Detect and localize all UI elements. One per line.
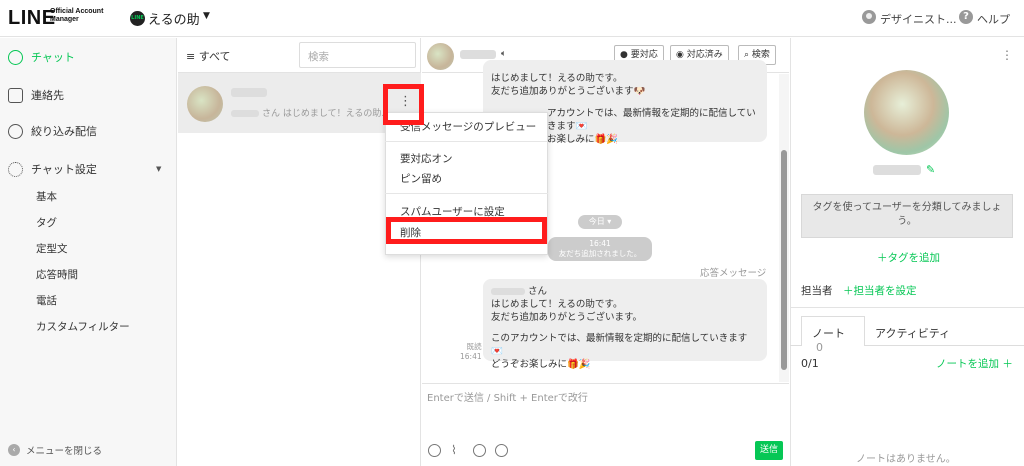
message-input[interactable]: Enterで送信 / Shift + Enterで改行 (427, 389, 588, 404)
empty-notes-text: ノートはありません。 (856, 454, 956, 465)
user-icon[interactable] (862, 10, 876, 24)
chat-user-name[interactable] (460, 50, 496, 59)
sidebar-subitem-phone[interactable]: 電話 (36, 293, 57, 308)
line-logo[interactable]: LINE (8, 7, 56, 30)
chevron-left-icon: ‹ (8, 444, 20, 456)
sidebar-subitem-basic[interactable]: 基本 (36, 189, 57, 204)
close-menu-button[interactable]: ‹ メニューを閉じる (8, 443, 102, 457)
sidebar-item-filtered-broadcast[interactable]: 絞り込み配信 (8, 121, 97, 141)
account-name[interactable]: えるの助 (148, 9, 200, 28)
tab-activity[interactable]: アクティビティ (875, 325, 950, 341)
search-input[interactable]: 検索 (299, 42, 416, 68)
sidebar-subitem-templates[interactable]: 定型文 (36, 241, 68, 256)
sidebar-item-contacts[interactable]: 連絡先 (8, 85, 64, 105)
add-tag-button[interactable]: ＋タグを追加 (877, 250, 940, 265)
tag-hint-box: タグを使ってユーザーを分類してみましょう。 (801, 194, 1013, 238)
note-count: 0/1 (801, 357, 819, 370)
chat-item-name (231, 88, 267, 97)
read-receipt: 既読 16:41 (460, 342, 482, 361)
chevron-down-icon[interactable]: ▼ (156, 165, 161, 173)
profile-name (873, 165, 921, 175)
chat-icon (8, 49, 23, 65)
add-note-button[interactable]: ノートを追加 ＋ (936, 356, 1013, 371)
chat-item-preview: さん はじめまして！えるの助... (231, 106, 390, 119)
scrollbar-thumb[interactable] (781, 150, 787, 370)
divider (790, 307, 1024, 308)
account-badge-icon[interactable]: LINE (130, 11, 145, 26)
set-assignee-button[interactable]: ＋担当者を設定 (843, 283, 917, 298)
broadcast-icon (8, 123, 23, 139)
edit-icon[interactable]: ✎ (926, 163, 935, 176)
attachment-icon[interactable]: ⌇ (451, 443, 457, 457)
more-options-icon[interactable]: ⋮ (399, 95, 412, 108)
filter-all-dropdown[interactable]: ≡ すべて (186, 48, 231, 64)
send-button[interactable]: 送信 (755, 441, 783, 460)
menu-item-needs-action-on[interactable]: 要対応オン (400, 151, 453, 166)
tab-note[interactable]: ノート0 (801, 316, 865, 354)
add-icon[interactable] (473, 444, 486, 457)
assignee-label: 担当者 (801, 285, 833, 297)
auto-response-label: 応答メッセージ (700, 268, 767, 279)
tab-underline (790, 345, 801, 346)
avatar (187, 86, 223, 122)
sidebar-item-chat-settings[interactable]: チャット設定 (8, 159, 97, 179)
message-bubble: さん はじめまして！えるの助です。 友だち追加ありがとうございます。 このアカウ… (483, 279, 767, 370)
account-dropdown-icon[interactable]: ▼ (203, 11, 210, 21)
logo-subtitle: Official Account Manager (50, 8, 104, 23)
sidebar-item-chat[interactable]: チャット (8, 47, 75, 67)
speaker-icon[interactable]: 🔈︎ (501, 49, 506, 59)
sidebar-subitem-hours[interactable]: 応答時間 (36, 267, 78, 282)
system-message: 16:41 友だち追加されました。 (548, 237, 652, 261)
date-chip[interactable]: 今日 ▾ (578, 215, 622, 229)
gear-icon (8, 161, 23, 177)
avatar (864, 70, 949, 155)
sidebar-subitem-custom-filter[interactable]: カスタムフィルター (36, 319, 130, 334)
help-icon[interactable]: ? (959, 10, 973, 24)
emoji-icon[interactable] (428, 444, 441, 457)
sidebar-subitem-tags[interactable]: タグ (36, 215, 57, 230)
contacts-icon (8, 87, 23, 103)
tab-underline (865, 345, 1024, 346)
highlight-box (386, 217, 547, 244)
menu-item-pin[interactable]: ピン留め (400, 171, 442, 186)
more-options-icon[interactable]: ⋮ (1001, 48, 1013, 62)
call-icon[interactable] (495, 444, 508, 457)
help-link[interactable]: ヘルプ (977, 11, 1010, 27)
menu-divider (385, 141, 548, 142)
user-name[interactable]: デザイニスト... (880, 11, 957, 27)
menu-divider (385, 193, 548, 194)
avatar[interactable] (427, 43, 454, 70)
